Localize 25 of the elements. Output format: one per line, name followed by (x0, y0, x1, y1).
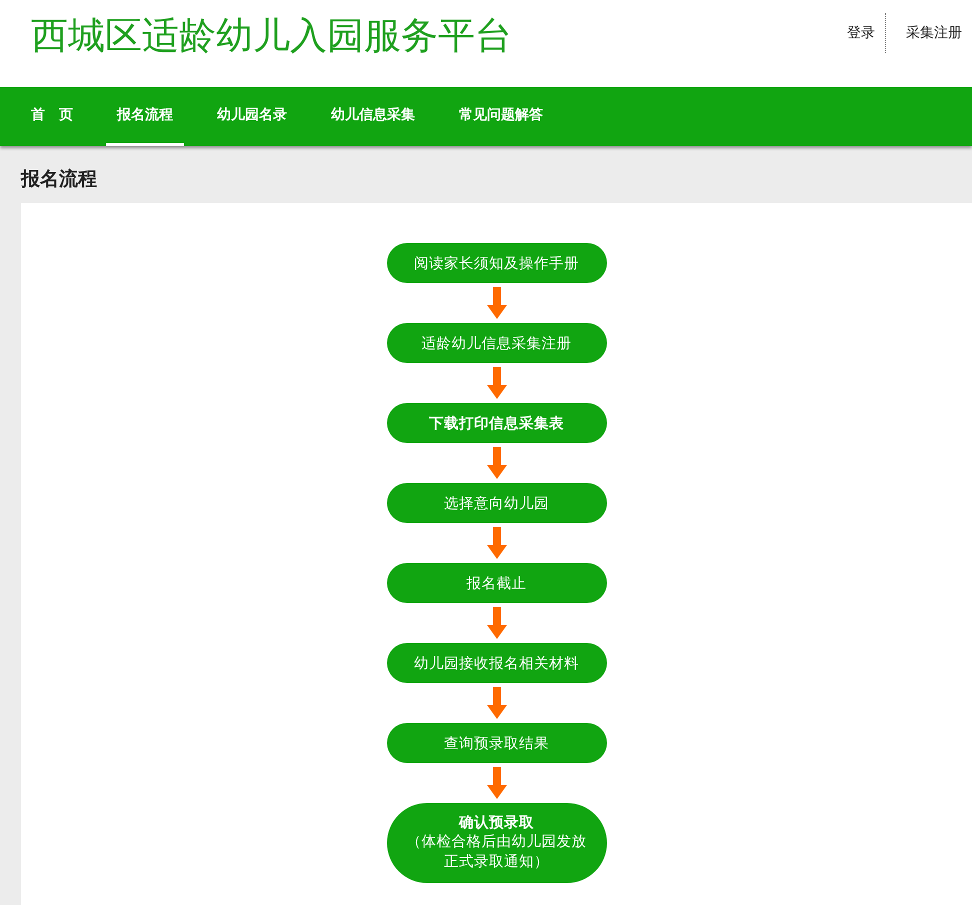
header-link[interactable]: 登录 (827, 24, 885, 42)
down-arrow-icon (486, 287, 506, 319)
down-arrow-icon (486, 687, 506, 719)
nav-tab[interactable]: 常见问题解答 (448, 87, 554, 146)
nav-tab[interactable]: 报名流程 (106, 87, 184, 146)
nav-tab[interactable]: 首 页 (20, 87, 84, 146)
flow-step: 阅读家长须知及操作手册 (386, 243, 606, 283)
flow-step: 查询预录取结果 (386, 723, 606, 763)
step-note: （体检合格后由幼儿园发放正式录取通知） (406, 833, 588, 872)
nav-tab[interactable]: 幼儿信息采集 (320, 87, 426, 146)
flow-step: 报名截止 (386, 563, 606, 603)
flow-step: 下载打印信息采集表 (386, 403, 606, 443)
site-title: 西城区适龄幼儿入园服务平台 (31, 12, 512, 58)
down-arrow-icon (486, 527, 506, 559)
down-arrow-icon (486, 447, 506, 479)
header-link[interactable]: 采集注册 (886, 24, 972, 42)
down-arrow-icon (486, 607, 506, 639)
nav-tab[interactable]: 幼儿园名录 (206, 87, 298, 146)
down-arrow-icon (486, 767, 506, 799)
down-arrow-icon (486, 367, 506, 399)
flow-step: 幼儿园接收报名相关材料 (386, 643, 606, 683)
step-title: 确认预录取 (459, 814, 534, 833)
page-heading: 报名流程 (20, 167, 98, 192)
flow-step: 适龄幼儿信息采集注册 (386, 323, 606, 363)
flow-step: 选择意向幼儿园 (386, 483, 606, 523)
